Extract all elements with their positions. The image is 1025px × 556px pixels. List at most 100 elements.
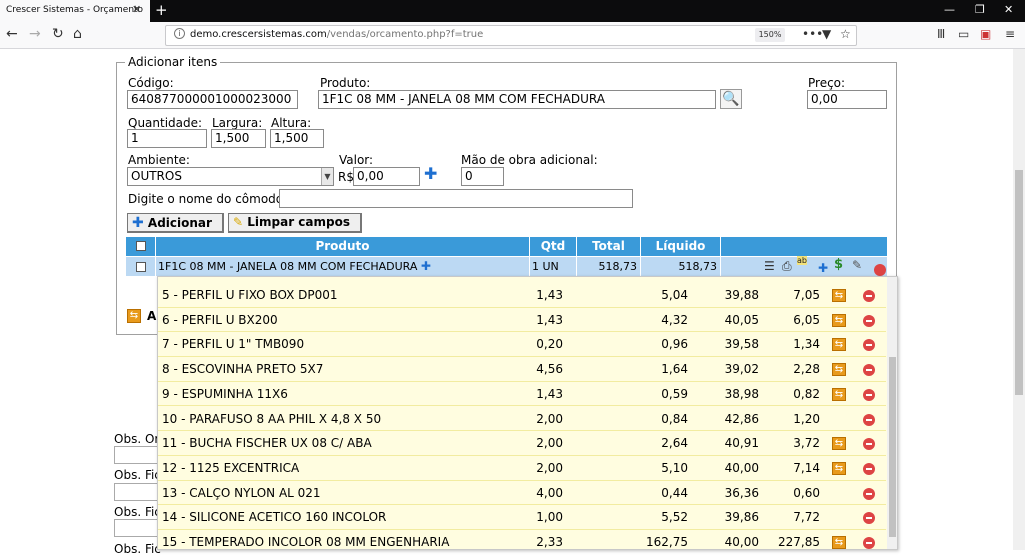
altura-input[interactable]: 1,500 — [270, 129, 324, 148]
refresh-icon[interactable]: ⇆ — [832, 289, 846, 302]
remove-icon[interactable] — [863, 462, 875, 475]
minimize-icon[interactable]: — — [944, 3, 955, 16]
subitem-name: 11 - BUCHA FISCHER UX 08 C/ ABA — [162, 436, 372, 451]
row-total: 518,73 — [577, 257, 641, 276]
limpar-campos-button[interactable]: ✎ Limpar campos — [228, 213, 362, 233]
header-select-all[interactable] — [126, 237, 156, 256]
close-window-icon[interactable]: ✕ — [1004, 3, 1013, 16]
page-actions-icon[interactable]: ••• — [802, 27, 823, 41]
row-checkbox[interactable] — [136, 262, 146, 272]
refresh-icon[interactable]: ⇆ — [832, 313, 846, 327]
print-icon[interactable]: ⎙ — [782, 259, 792, 274]
partial-button-label[interactable]: A — [147, 309, 156, 323]
mao-obra-input[interactable]: 0 — [461, 167, 504, 186]
list-item[interactable]: 6 - PERFIL U BX200 1,43 4,32 40,05 6,05 ⇆ — [158, 308, 886, 333]
list-item[interactable]: 12 - 1125 EXCENTRICA 2,00 5,10 40,00 7,14 ⇆ — [158, 456, 886, 481]
remove-icon[interactable] — [863, 388, 875, 401]
subitem-unit-price: 5,04 — [661, 288, 688, 302]
obs-field-2[interactable] — [114, 483, 158, 501]
forward-icon[interactable]: → — [29, 26, 41, 42]
list-item[interactable]: 9 - ESPUMINHA 11X6 1,43 0,59 38,98 0,82 ⇆ — [158, 382, 886, 407]
subitem-qty: 2,00 — [536, 411, 563, 426]
close-tab-icon[interactable]: ✕ — [132, 3, 141, 16]
preco-input[interactable]: 0,00 — [807, 90, 887, 109]
remove-icon[interactable] — [863, 339, 875, 352]
add-subitem-icon[interactable]: ✚ — [818, 260, 828, 276]
list-item[interactable]: 8 - ESCOVINHA PRETO 5X7 4,56 1,64 39,02 2,28… — [158, 357, 886, 382]
sidebar-icon[interactable]: ▭ — [958, 27, 969, 41]
info-icon[interactable]: i — [174, 28, 185, 39]
remove-icon[interactable] — [863, 438, 875, 451]
valor-label: Valor: — [339, 153, 374, 167]
list-item[interactable]: 10 - PARAFUSO 8 AA PHIL X 4,8 X 50 2,00 0,… — [158, 407, 886, 432]
list-icon[interactable]: ☰ — [764, 259, 775, 273]
adicionar-label: Adicionar — [147, 216, 212, 230]
remove-icon[interactable] — [863, 512, 875, 525]
list-item[interactable]: 13 - CALÇO NYLON AL 021 4,00 0,44 36,36 0,60 — [158, 481, 886, 506]
list-item[interactable]: 14 - SILICONE ACETICO 160 INCOLOR 1,00 5,5… — [158, 505, 886, 530]
subitem-name: 9 - ESPUMINHA 11X6 — [162, 386, 288, 401]
refresh-icon[interactable]: ⇆ — [832, 461, 846, 475]
page-scrollbar-thumb[interactable] — [1015, 170, 1023, 395]
add-value-icon[interactable]: ✚ — [424, 166, 437, 182]
row-checkbox-cell[interactable] — [126, 257, 156, 276]
edit-icon[interactable]: ✎ — [852, 258, 862, 272]
largura-input[interactable]: 1,500 — [211, 129, 266, 148]
obs-field-3[interactable] — [114, 519, 158, 537]
subitems-scrollbar-thumb[interactable] — [889, 357, 896, 537]
select-all-checkbox[interactable] — [136, 241, 146, 251]
search-icon[interactable]: 🔍 — [720, 89, 742, 109]
remove-icon[interactable] — [863, 314, 875, 327]
codigo-input[interactable]: 64087700000100002300​0 — [127, 90, 298, 109]
remove-icon[interactable] — [863, 290, 875, 302]
browser-tab[interactable]: Crescer Sistemas - Orçamento — [0, 0, 150, 22]
home-icon[interactable]: ⌂ — [73, 26, 82, 42]
valor-input[interactable]: 0,00 — [353, 167, 420, 186]
chevron-down-icon[interactable]: ▼ — [321, 168, 333, 185]
remove-icon[interactable] — [863, 537, 875, 549]
comodo-input[interactable] — [279, 189, 633, 208]
list-item[interactable]: 7 - PERFIL U 1" TMB090 0,20 0,96 39,58 1,34 ⇆ — [158, 332, 886, 358]
remove-icon[interactable] — [863, 364, 875, 377]
dollar-icon[interactable]: $ — [834, 257, 843, 272]
back-icon[interactable]: ← — [6, 26, 18, 42]
spellcheck-icon[interactable]: ab — [797, 256, 807, 265]
bookmark-star-icon[interactable]: ☆ — [840, 27, 851, 41]
refresh-icon[interactable]: ⇆ — [832, 338, 846, 352]
refresh-icon[interactable]: ⇆ — [832, 536, 846, 549]
reload-icon[interactable]: ↻ — [52, 26, 64, 42]
remove-icon[interactable] — [863, 487, 875, 500]
mao-obra-label: Mão de obra adicional: — [461, 153, 598, 167]
refresh-icon[interactable]: ⇆ — [832, 437, 846, 451]
library-icon[interactable]: Ⅲ — [937, 27, 945, 41]
subitem-name: 8 - ESCOVINHA PRETO 5X7 — [162, 362, 324, 377]
list-item[interactable]: 11 - BUCHA FISCHER UX 08 C/ ABA 2,00 2,64 4… — [158, 431, 886, 456]
ambiente-select[interactable]: OUTROS — [127, 167, 334, 186]
zoom-indicator[interactable]: 150% — [755, 28, 785, 42]
subitem-unit-price: 5,10 — [661, 460, 688, 475]
url-text[interactable]: demo.crescersistemas.com/vendas/orcament… — [190, 29, 483, 40]
adicionar-button[interactable]: ✚ Adicionar — [127, 213, 224, 233]
produto-input[interactable]: 1F1C 08 MM - JANELA 08 MM COM FECHADURA — [318, 90, 716, 109]
obs-field-1[interactable] — [114, 446, 158, 464]
subitem-percent: 40,00 — [724, 460, 759, 475]
subitem-total: 0,60 — [793, 485, 820, 500]
refresh-icon[interactable]: ⇆ — [127, 309, 141, 323]
obs-label-4: Obs. Fic — [114, 542, 161, 556]
menu-icon[interactable]: ≡ — [1005, 27, 1015, 41]
remove-icon[interactable] — [874, 264, 886, 276]
remove-icon[interactable] — [863, 413, 875, 426]
pocket-icon[interactable]: ▼ — [822, 27, 831, 41]
refresh-icon[interactable]: ⇆ — [832, 387, 846, 401]
subitem-unit-price: 2,64 — [661, 436, 688, 451]
restore-icon[interactable]: ❐ — [975, 3, 985, 16]
refresh-icon[interactable]: ⇆ — [832, 363, 846, 377]
extension-icon[interactable]: ▣ — [980, 27, 991, 41]
new-tab-icon[interactable]: + — [155, 1, 168, 19]
expand-plus-icon[interactable]: ✚ — [421, 259, 431, 273]
list-item[interactable]: 5 - PERFIL U FIXO BOX DP001 1,43 5,04 39,88… — [158, 283, 886, 308]
subitem-percent: 39,02 — [724, 362, 759, 377]
list-item[interactable]: 15 - TEMPERADO INCOLOR 08 MM ENGENHARIA 2… — [158, 530, 886, 549]
browser-tab-bar — [0, 0, 1025, 22]
quantidade-input[interactable]: 1 — [127, 129, 207, 148]
